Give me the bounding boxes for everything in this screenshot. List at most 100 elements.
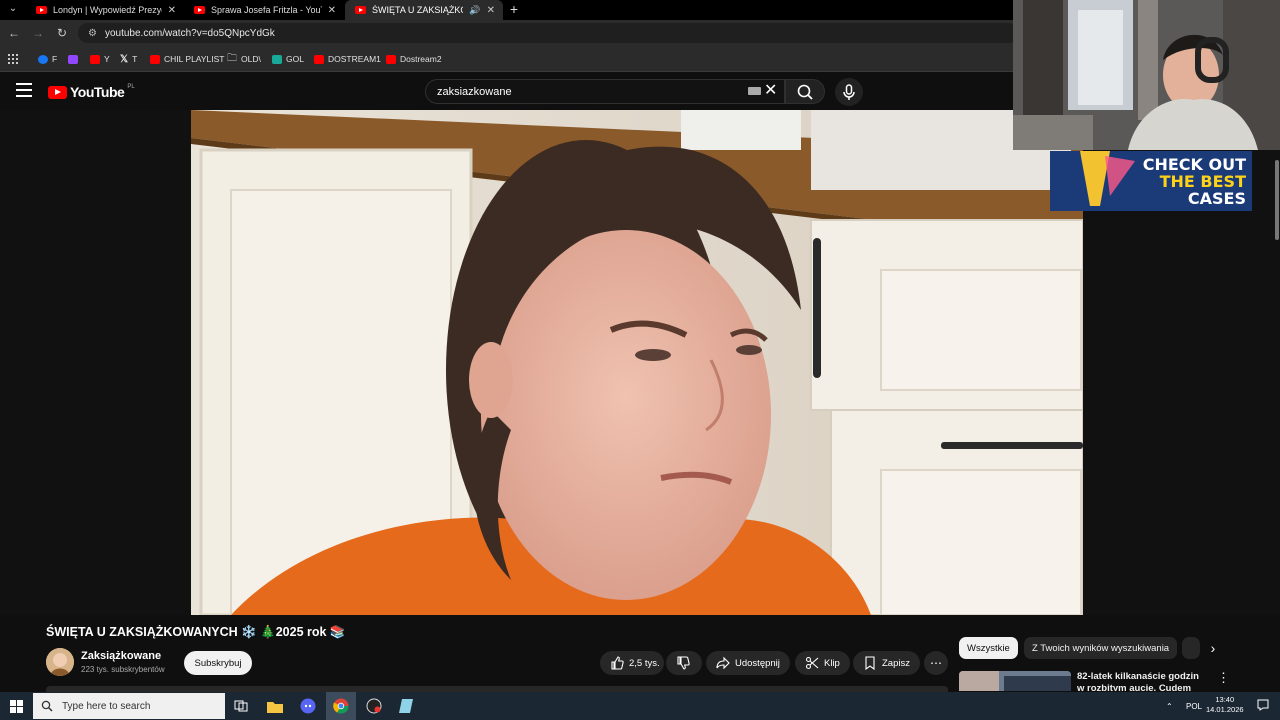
like-button[interactable]: 2,5 tys. xyxy=(600,651,664,675)
logo-text: YouTube xyxy=(70,84,125,100)
system-clock[interactable]: 13:40 14.01.2026 xyxy=(1206,695,1244,715)
forward-arrow-icon[interactable]: → xyxy=(29,24,47,42)
file-explorer-icon[interactable] xyxy=(265,696,285,716)
bookmark-label: F xyxy=(52,54,58,64)
channel-name[interactable]: Zaksiążkowane xyxy=(81,650,161,662)
youtube-icon xyxy=(90,54,100,64)
dislike-button[interactable] xyxy=(666,651,702,675)
more-vert-icon[interactable]: ⋮ xyxy=(1217,671,1230,685)
discord-icon[interactable] xyxy=(298,696,318,716)
gol-icon xyxy=(272,54,282,64)
tab-title: ŚWIĘTA U ZAKSIĄŻKOWANYCH xyxy=(372,5,463,15)
tab-close-icon[interactable]: ✕ xyxy=(328,5,336,16)
save-label: Zapisz xyxy=(882,657,910,669)
notification-center-icon[interactable] xyxy=(1257,699,1269,711)
bookmark-twitch[interactable] xyxy=(68,52,78,66)
tray-overflow-icon[interactable]: ⌃ xyxy=(1166,692,1173,720)
thumbnail-image xyxy=(959,671,1071,691)
menu-icon[interactable] xyxy=(16,83,32,97)
search-query-text: zaksiazkowane xyxy=(437,85,512,98)
recommendation-thumbnail[interactable] xyxy=(959,671,1071,691)
tab-search-icon[interactable]: ⌄ xyxy=(4,0,22,20)
chip-all[interactable]: Wszystkie xyxy=(959,637,1018,659)
search-input[interactable]: zaksiazkowane xyxy=(425,79,785,104)
scissors-icon xyxy=(805,656,819,670)
browser-tab-2[interactable]: Sprawa Josefa Fritzla - YouTube ✕ xyxy=(184,0,344,20)
share-label: Udostępnij xyxy=(735,657,780,669)
share-icon xyxy=(716,656,730,670)
bookmark-dostream2[interactable]: Dostream2 xyxy=(386,52,442,66)
bookmark-gol[interactable]: GOL xyxy=(272,52,304,66)
channel-avatar[interactable] xyxy=(46,648,74,676)
ad-line-3: CASES xyxy=(1187,189,1246,208)
bookmark-facebook[interactable]: F xyxy=(38,52,57,66)
bookmark-label: Dostream2 xyxy=(400,54,442,64)
video-title: ŚWIĘTA U ZAKSIĄŻKOWANYCH ❄️ 🎄2025 rok 📚 xyxy=(46,625,346,639)
bookmark-label: Y xyxy=(104,54,110,64)
x-twitter-icon: 𝕏 xyxy=(120,53,129,65)
bookmark-youtube[interactable]: Y xyxy=(90,52,110,66)
youtube-favicon-icon xyxy=(355,6,366,14)
recommendation-title[interactable]: 82-latek kilkanaście godzin w rozbitym a… xyxy=(1077,671,1207,691)
apps-grid-icon[interactable] xyxy=(8,52,18,66)
bookmark-x[interactable]: 𝕏 T xyxy=(120,52,137,66)
avatar-image xyxy=(46,648,74,676)
browser-tab-1[interactable]: Londyn | Wypowiedź Prezydenta ✕ xyxy=(26,0,184,20)
taskbar-search-input[interactable]: Type here to search xyxy=(33,693,225,719)
site-info-icon[interactable]: ⚙ xyxy=(88,28,97,39)
bookmark-label: OLD\ xyxy=(241,54,261,64)
browser-tab-3-active[interactable]: ŚWIĘTA U ZAKSIĄŻKOWANYCH 🔊 ✕ xyxy=(345,0,503,20)
video-player[interactable] xyxy=(191,110,1083,615)
clip-button[interactable]: Klip xyxy=(795,651,850,675)
windows-taskbar: Type here to search ⌃ POL 13:40 14.01.20… xyxy=(0,692,1280,720)
windows-start-icon[interactable] xyxy=(10,700,23,713)
input-language[interactable]: POL xyxy=(1186,692,1202,720)
youtube-logo[interactable]: YouTube PL xyxy=(48,84,135,100)
search-button[interactable] xyxy=(785,79,825,104)
youtube-favicon-icon xyxy=(194,6,205,14)
thumbs-up-icon xyxy=(611,656,624,670)
new-tab-button[interactable]: + xyxy=(506,0,522,20)
bookmark-dostream1[interactable]: DOSTREAM1 xyxy=(314,52,381,66)
audio-playing-icon[interactable]: 🔊 xyxy=(469,5,480,16)
folder-icon: 🗀 xyxy=(227,52,237,64)
bookmark-save-icon xyxy=(865,656,875,670)
subscriber-count: 223 tys. subskrybentów xyxy=(81,665,165,674)
page-scrollbar[interactable] xyxy=(1275,160,1279,240)
bookmark-label: T xyxy=(132,54,138,64)
youtube-icon xyxy=(314,54,324,64)
chip-from-search[interactable]: Z Twoich wyników wyszukiwania xyxy=(1024,637,1178,659)
webcam-image xyxy=(1013,0,1280,150)
clock-date: 14.01.2026 xyxy=(1206,705,1244,714)
bookmark-chil-playlist[interactable]: CHIL PLAYLIST xyxy=(150,52,224,66)
tab-close-icon[interactable]: ✕ xyxy=(168,5,176,16)
voice-search-button[interactable] xyxy=(835,78,863,106)
chevron-right-icon[interactable]: › xyxy=(1204,639,1222,657)
keyboard-icon[interactable] xyxy=(748,87,761,95)
task-view-icon[interactable] xyxy=(231,696,251,716)
search-icon xyxy=(41,700,53,712)
ad-banner[interactable]: CHECK OUT THE BEST CASES xyxy=(1050,151,1252,211)
thumbs-down-icon xyxy=(677,656,690,670)
more-actions-icon[interactable]: ⋯ xyxy=(924,651,948,675)
subscribe-button[interactable]: Subskrybuj xyxy=(184,651,252,675)
search-icon xyxy=(797,84,813,100)
youtube-favicon-icon xyxy=(36,6,47,14)
tab-close-icon[interactable]: ✕ xyxy=(487,5,495,16)
video-frame-image xyxy=(191,110,1083,615)
clock-time: 13:40 xyxy=(1215,695,1235,704)
notepad-icon[interactable] xyxy=(396,696,416,716)
url-text: youtube.com/watch?v=do5QNpcYdGk xyxy=(104,27,275,39)
youtube-play-icon xyxy=(48,85,67,99)
clear-search-icon[interactable]: ✕ xyxy=(764,81,777,101)
obs-recording-icon[interactable] xyxy=(364,696,384,716)
save-button[interactable]: Zapisz xyxy=(853,651,920,675)
chrome-icon[interactable] xyxy=(326,692,356,720)
bookmark-folder-old[interactable]: 🗀 OLD\ xyxy=(227,52,261,66)
share-button[interactable]: Udostępnij xyxy=(706,651,790,675)
reload-icon[interactable]: ↻ xyxy=(53,24,71,42)
address-bar[interactable]: ⚙ youtube.com/watch?v=do5QNpcYdGk xyxy=(78,23,1018,43)
back-arrow-icon[interactable]: ← xyxy=(5,24,23,42)
chip-partial[interactable] xyxy=(1182,637,1200,659)
ad-line-2: THE BEST xyxy=(1159,172,1246,191)
